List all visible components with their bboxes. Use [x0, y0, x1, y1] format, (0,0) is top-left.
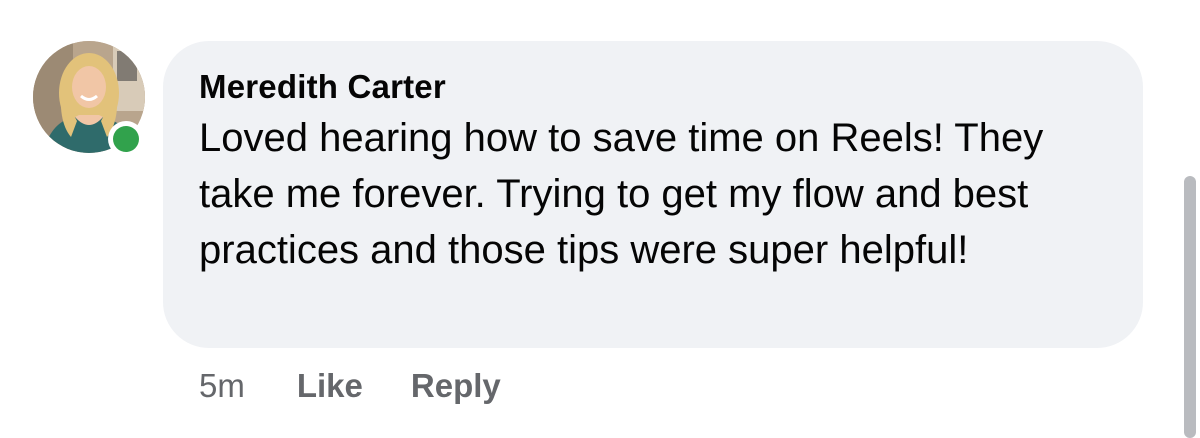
comment-author[interactable]: Meredith Carter [199, 67, 1109, 107]
online-status-icon [108, 121, 144, 157]
scrollbar-thumb[interactable] [1184, 176, 1196, 438]
avatar-container[interactable] [33, 41, 145, 157]
comment-timestamp[interactable]: 5m [199, 367, 245, 405]
reply-button[interactable]: Reply [411, 367, 501, 405]
like-button[interactable]: Like [297, 367, 363, 405]
comment-bubble: Meredith Carter Loved hearing how to sav… [163, 41, 1143, 348]
scrollbar[interactable] [1184, 0, 1200, 438]
comment-view: Meredith Carter Loved hearing how to sav… [0, 0, 1200, 438]
comment-actions: 5m Like Reply [199, 362, 549, 410]
comment-text: Loved hearing how to save time on Reels!… [199, 116, 1044, 272]
